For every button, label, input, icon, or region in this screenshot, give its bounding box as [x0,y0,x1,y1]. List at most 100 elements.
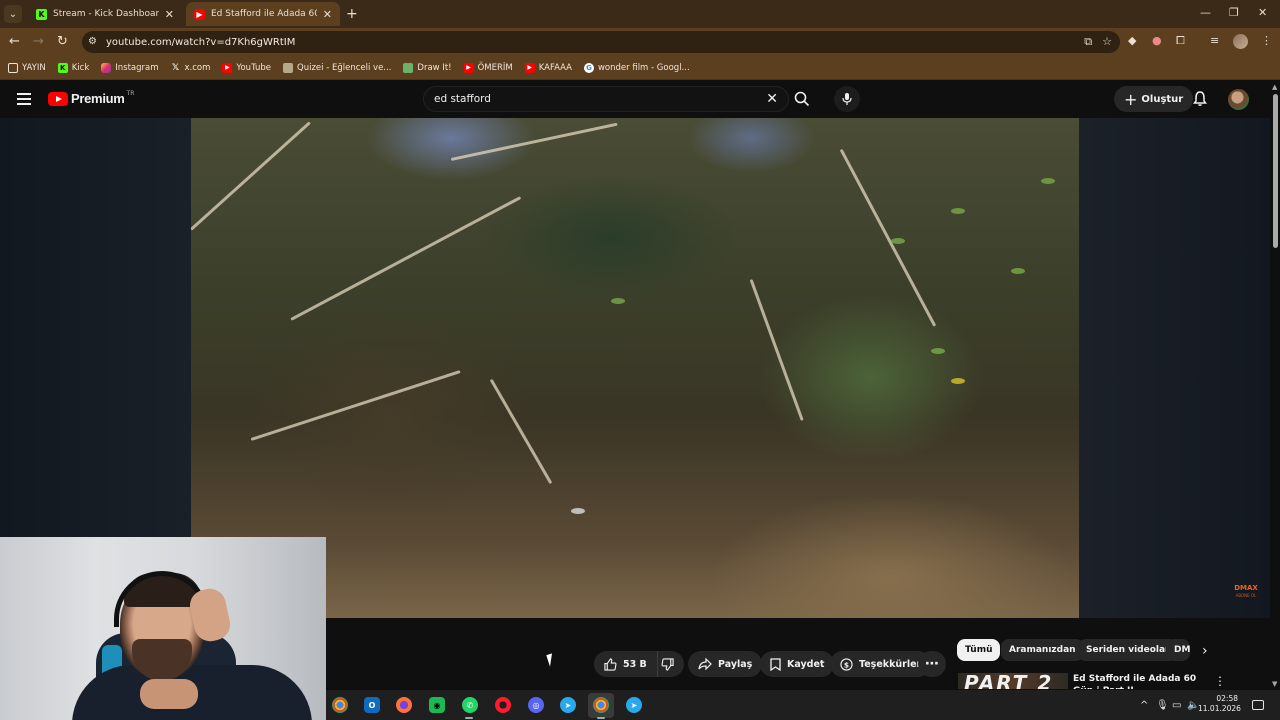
tab-search-button[interactable]: ⌄ [4,5,22,23]
outlook-taskbar-icon[interactable]: O [364,697,380,713]
page-scrollbar[interactable]: ▲ ▼ [1270,80,1280,690]
hamburger-menu-icon[interactable] [17,93,31,105]
bookmark-item[interactable]: ▶ YouTube [222,62,271,73]
bookmark-label: ÖMERİM [477,62,513,73]
profile-avatar[interactable] [1233,34,1248,49]
bookmark-item[interactable]: ▶ ÖMERİM [463,62,513,73]
chip-all[interactable]: Tümü [957,639,1001,661]
back-icon[interactable]: ← [9,34,20,49]
new-tab-button[interactable]: + [346,6,358,22]
thumbs-down-icon [661,657,675,671]
share-button[interactable]: Paylaş [688,651,763,677]
whatsapp-taskbar-icon[interactable]: ✆ [462,697,478,713]
bookmark-label: KAFAAA [538,62,572,73]
restore-icon[interactable]: ❐ [1229,6,1239,19]
microphone-tray-icon[interactable]: 🎙 [1156,700,1169,711]
save-button[interactable]: Kaydet [760,651,835,677]
bookmark-item[interactable]: Instagram [101,62,159,73]
bookmark-label: Kick [71,62,90,73]
search-button[interactable] [789,86,815,112]
tab-kick-dashboard[interactable]: K Stream - Kick Dashboard ✕ [28,2,182,26]
search-box[interactable]: ed stafford ✕ [423,86,789,112]
thanks-button[interactable]: $ Teşekkürler [830,651,932,677]
chip-series-videos[interactable]: Seriden videolar [1078,639,1178,661]
folder-icon [8,62,18,73]
telegram-taskbar-icon[interactable]: ➤ [626,697,642,713]
browser-menu-icon[interactable]: ⋮ [1261,34,1272,47]
extension-icon[interactable]: ● [1152,34,1162,47]
youtube-play-icon [48,91,68,106]
recommendation-title[interactable]: Ed Stafford ile Adada 60 Gün | Part II [1073,673,1203,689]
chip-dmax[interactable]: DMAX [1166,639,1190,661]
scroll-up-icon[interactable]: ▲ [1272,83,1277,91]
clear-search-icon[interactable]: ✕ [766,91,778,107]
tray-overflow-icon[interactable]: ^ [1140,700,1148,711]
webcam-overlay [0,537,326,720]
youtube-premium-logo[interactable]: Premium TR [48,90,135,106]
taskbar-clock[interactable]: 02:58 11.01.2026 [1198,694,1241,714]
site-info-icon[interactable]: ⚙ [88,36,100,48]
discord-taskbar-icon[interactable]: ◎ [528,697,544,713]
video-leaf [931,348,945,354]
app-taskbar-icon[interactable]: ◉ [429,697,445,713]
chrome-taskbar-icon[interactable] [332,697,348,713]
recommendation-thumbnail[interactable]: PART 2 [958,673,1068,689]
bookmark-item[interactable]: 𝕏x.com [171,63,211,73]
account-avatar[interactable] [1228,89,1249,110]
bookmark-item[interactable]: Draw It! [403,62,452,73]
taskbar-running-indicator [597,717,605,719]
video-leaf [571,508,585,514]
chevron-right-icon[interactable]: › [1202,643,1208,659]
telegram-taskbar-icon[interactable]: ➤ [560,697,576,713]
forward-icon[interactable]: → [33,34,44,49]
tab-youtube-video[interactable]: ▶ Ed Stafford ile Adada 60 Gün | Pa ✕ [186,2,340,26]
bookmark-item[interactable]: Quizei - Eğlenceli ve... [283,62,391,73]
media-control-icon[interactable]: ≡ [1210,34,1219,47]
more-actions-button[interactable]: ⋯ [918,651,946,677]
video-branch [191,121,311,231]
bookmark-label: YouTube [236,62,271,73]
scrollbar-thumb[interactable] [1273,94,1278,248]
dislike-button[interactable] [658,651,684,677]
voice-search-button[interactable] [834,86,860,112]
chip-from-search[interactable]: Aramanızdan [1001,639,1084,661]
close-window-icon[interactable]: ✕ [1258,6,1267,19]
bookmarks-bar: YAYIN K Kick Instagram 𝕏x.com ▶ YouTube Qu… [0,56,1280,80]
recommendation-menu-icon[interactable]: ⋮ [1214,674,1226,688]
cast-icon[interactable]: ⧉ [1084,35,1092,49]
thanks-label: Teşekkürler [859,658,922,670]
address-bar[interactable]: ⚙ youtube.com/watch?v=d7Kh6gWRtIM ⧉ ☆ [82,31,1120,53]
minimize-icon[interactable]: — [1200,6,1211,19]
bookmark-item[interactable]: K Kick [57,62,90,73]
bookmark-label: wonder film - Googl... [597,62,690,73]
youtube-icon: ▶ [222,62,233,73]
extension-icon[interactable]: ◆ [1128,34,1136,47]
reload-icon[interactable]: ↻ [57,34,68,49]
youtube-icon: ▶ [524,62,535,73]
extensions-puzzle-icon[interactable]: ⧠ [1176,34,1185,48]
create-button[interactable]: + Oluştur [1114,86,1194,112]
scroll-down-icon[interactable]: ▼ [1272,680,1277,688]
network-icon[interactable]: ▭ [1172,700,1181,711]
notification-center-icon[interactable] [1252,700,1264,710]
bookmark-item[interactable]: YAYIN [8,62,46,73]
bookmark-item[interactable]: Gwonder film - Googl... [583,62,690,73]
like-button[interactable]: 53 B [594,651,658,677]
bookmark-item[interactable]: ▶ KAFAAA [524,62,572,73]
url-text: youtube.com/watch?v=d7Kh6gWRtIM [106,36,296,48]
close-tab-icon[interactable]: ✕ [323,8,332,21]
opera-taskbar-icon[interactable] [495,697,511,713]
video-leaf [1041,178,1055,184]
bookmark-star-icon[interactable]: ☆ [1102,35,1112,49]
firefox-taskbar-icon[interactable] [396,697,412,713]
thanks-heart-icon: $ [840,657,853,671]
notifications-button[interactable] [1192,90,1208,111]
clock-time: 02:58 [1216,694,1238,703]
chrome-taskbar-icon[interactable] [593,697,609,713]
search-input[interactable]: ed stafford [434,93,766,105]
microphone-icon [842,93,852,105]
bookmark-label: Instagram [115,62,159,73]
logo-region: TR [126,90,135,97]
close-tab-icon[interactable]: ✕ [165,8,174,21]
like-count: 53 B [623,658,647,670]
